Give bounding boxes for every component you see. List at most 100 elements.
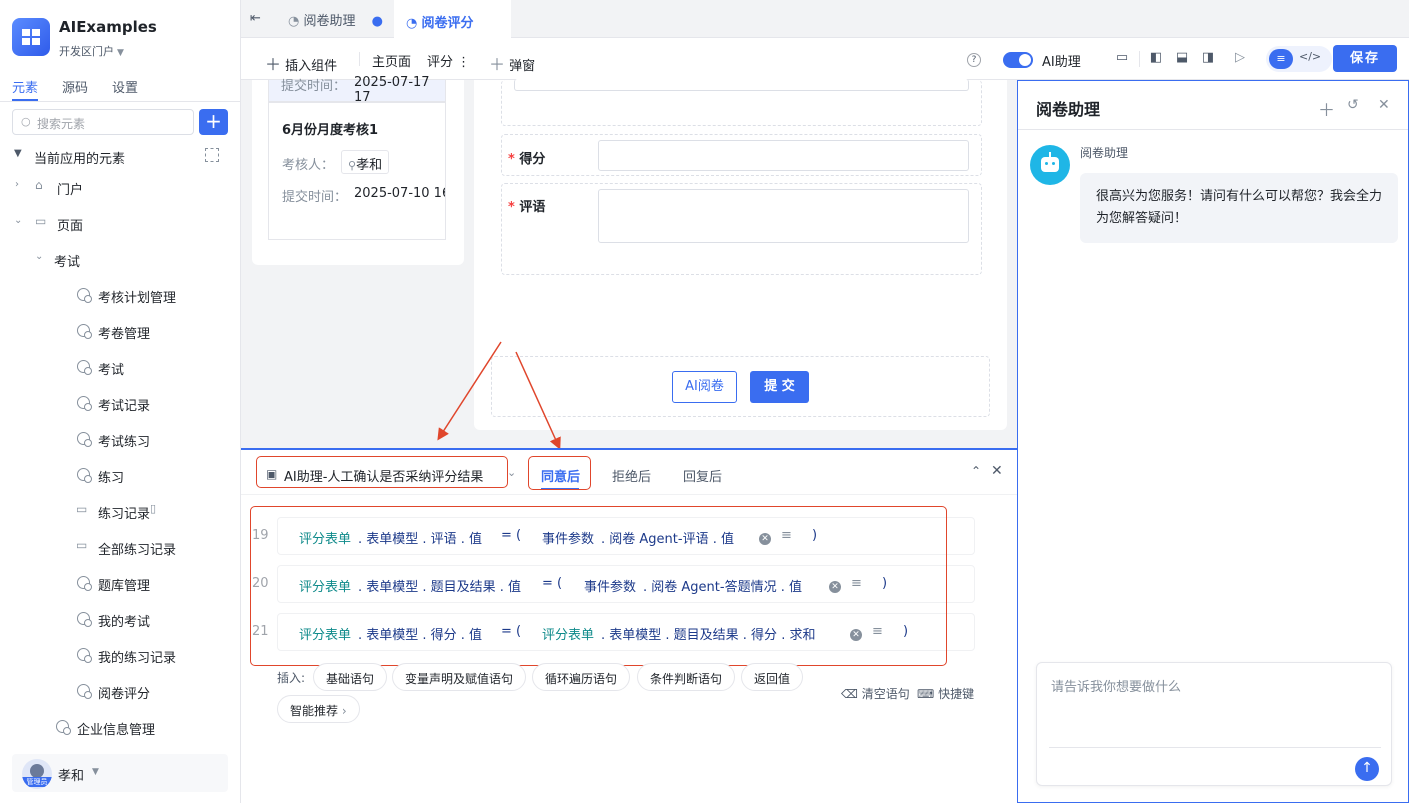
user-name: 孝和 [58,769,85,784]
answer-field[interactable] [514,79,969,91]
score-form-item: * 得分 [501,134,982,176]
insert-loop-statement[interactable]: 循环遍历语句 [532,663,631,691]
collapse-sidebar-icon[interactable]: ⇤ [250,11,261,26]
ai-assistant-toggle[interactable] [1003,52,1033,68]
reviewer-label: 考核人： [282,158,335,173]
score-label: * 得分 [508,152,546,167]
page-icon [77,432,92,447]
caret-down-icon[interactable]: ▼ [14,148,22,159]
tree-item-exam-folder[interactable]: ⌄ 考试 [0,242,241,278]
tree-label: 考试练习 [98,435,151,450]
label: 插入组件 [285,59,338,74]
label: 清空语句 [861,687,910,701]
clear-statements-button[interactable]: ⌫ 清空语句 [841,685,910,702]
page-icon [77,360,92,375]
page-icon [77,684,92,699]
tab-elements[interactable]: 元素 [12,77,38,96]
score-input[interactable] [598,140,969,171]
more-icon: ⋮ [457,55,471,70]
save-button[interactable]: 保存 [1333,45,1397,72]
plus-icon: ＋ [265,55,282,74]
ai-assistant-label: AI助理 [1042,55,1081,70]
preview-play-icon[interactable]: ▷ [1231,50,1249,68]
tree-item-question-bank[interactable]: 题库管理 [0,566,241,602]
insert-return-value[interactable]: 返回值 [741,663,804,691]
tab-source[interactable]: 源码 [62,77,88,96]
robot-icon [1030,145,1070,185]
user-icon: ⚲ [348,159,357,172]
add-dialog-button[interactable]: ＋ 弹窗 [489,51,535,75]
help-icon[interactable]: ? [967,53,981,67]
role-tag: 管理员 [22,777,52,787]
comment-label: * 评语 [508,200,546,215]
submit-button[interactable]: 提 交 [750,371,809,403]
insert-basic-statement[interactable]: 基础语句 [313,663,388,691]
user-menu[interactable]: 管理员 孝和 ▼ [12,754,228,792]
right-panel-icon[interactable]: ◨ [1199,50,1217,68]
add-element-button[interactable]: + [199,109,228,135]
tab-on-reject[interactable]: 拒绝后 [612,466,651,485]
tab-settings[interactable]: 设置 [112,77,138,96]
chat-input[interactable]: 请告诉我你想要做什么 [1036,662,1392,786]
tree-item-my-practice-records[interactable]: 我的练习记录 [0,638,241,674]
portal-switcher[interactable]: 开发区门户 ▼ [59,43,124,59]
label: 智能推荐 [290,704,339,718]
tree-item-plan[interactable]: 考核计划管理 [0,278,241,314]
chevron-down-icon[interactable]: ⌄ [507,466,516,479]
collapse-all-icon[interactable] [205,148,219,162]
tree-label: 考试 [98,363,125,378]
tree-item-exam[interactable]: 考试 [0,350,241,386]
list-item-card[interactable]: 6月份月度考核1 考核人： ⚲孝和 提交时间： 2025-07-10 16 [268,102,446,240]
left-panel-icon[interactable]: ◧ [1147,50,1165,68]
comment-textarea[interactable] [598,189,969,243]
tab-grading-assistant[interactable]: ◔ 阅卷助理 ● [276,0,395,38]
tree-item-grading[interactable]: 阅卷评分 [0,674,241,710]
main-page-button[interactable]: 主页面 [372,51,411,70]
close-icon[interactable]: ✕ [991,463,1003,479]
send-button[interactable]: ↑ [1355,757,1379,781]
insert-variable-statement[interactable]: 变量声明及赋值语句 [392,663,527,691]
insert-condition-statement[interactable]: 条件判断语句 [637,663,736,691]
tree-item-pages[interactable]: ⌄ ▭ 页面 [0,206,241,242]
close-icon[interactable]: ✕ [1378,97,1390,113]
page-icon [77,648,92,663]
code-mode-icon[interactable]: </> [1299,50,1321,63]
mode-switch[interactable]: ≡ </> [1266,46,1332,72]
tab-on-reply[interactable]: 回复后 [683,466,722,485]
tab-grading-score[interactable]: ◔ 阅卷评分 [394,0,511,38]
tree-item-portal[interactable]: › ⌂ 门户 [0,170,241,206]
search-input[interactable]: ○ 搜索元素 [12,109,194,135]
tree-item-all-practice-records[interactable]: ▭ 全部练习记录 [0,530,241,566]
search-icon: ○ [21,115,31,128]
submit-time-value: 2025-07-17 17 [354,75,430,105]
tree-item-papers[interactable]: 考卷管理 [0,314,241,350]
divider [1139,51,1140,67]
history-icon[interactable]: ↺ [1347,97,1359,113]
shortcut-button[interactable]: ⌨ 快捷键 [917,685,974,702]
editor-toolbar: ＋ 插入组件 主页面 评分 ⋮ ＋ 弹窗 ? AI助理 ▭ ◧ ⬓ ◨ ▷ ≡ … [241,38,1409,80]
tree-item-practice-records[interactable]: ▭ 练习记录 ▯ [0,494,241,530]
page-icon [77,288,92,303]
assistant-title: 阅卷助理 [1036,100,1101,119]
visual-mode-icon[interactable]: ≡ [1269,49,1293,69]
tree-item-exam-records[interactable]: 考试记录 [0,386,241,422]
chevron-down-icon: ⌄ [35,251,44,262]
tree-item-my-exams[interactable]: 我的考试 [0,602,241,638]
tree-item-exam-practice[interactable]: 考试练习 [0,422,241,458]
tree-item-company-info[interactable]: 企业信息管理 [0,710,241,746]
bottom-panel-icon[interactable]: ⬓ [1173,50,1191,68]
keyboard-icon: ⌨ [917,687,935,701]
tree-item-practice[interactable]: 练习 [0,458,241,494]
list-item-previous[interactable]: 提交时间： 2025-07-17 17 [268,75,446,105]
tab-label: 阅卷助理 [303,14,356,29]
unsaved-dot: ● [371,14,383,29]
smart-recommend-button[interactable]: 智能推荐 › [277,695,360,723]
collapse-icon[interactable]: ⌃ [971,464,981,478]
new-chat-icon[interactable]: ＋ [1318,96,1335,121]
insert-component-button[interactable]: ＋ 插入组件 [265,51,337,75]
ai-grading-button[interactable]: AI阅卷 [672,371,737,403]
layout-toggle-icon[interactable]: ▭ [1113,50,1131,68]
reviewer-name: 孝和 [356,158,383,173]
score-dialog-menu[interactable]: 评分 ⋮ [427,51,470,70]
tree-label: 考卷管理 [98,327,151,342]
